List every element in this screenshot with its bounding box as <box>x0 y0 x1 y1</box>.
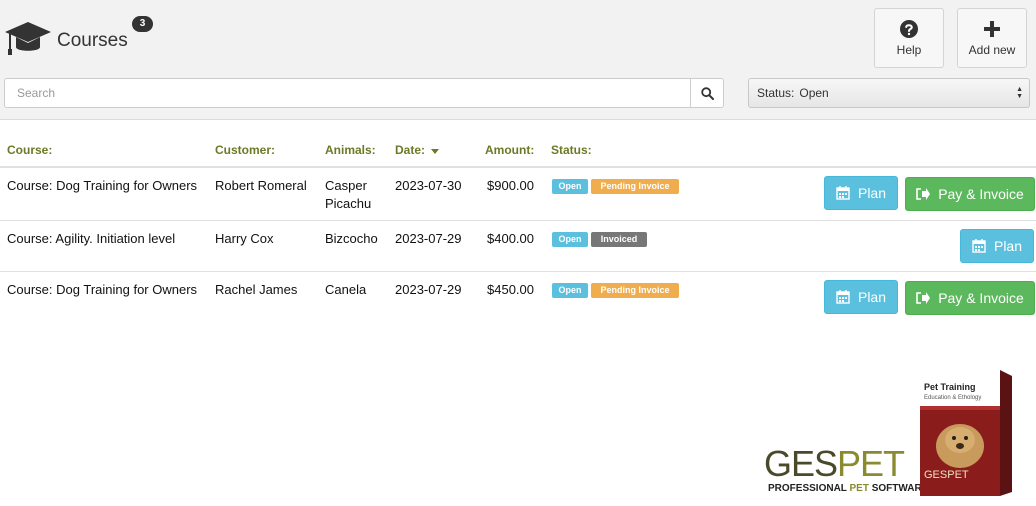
logo-wordmark: GESPET <box>764 443 905 484</box>
column-header-course[interactable]: Course: <box>7 143 52 157</box>
product-box-brand: GESPET <box>924 469 969 481</box>
course-cell: Course: Dog Training for Owners <box>7 178 198 193</box>
status-filter-value: Open <box>799 86 829 100</box>
gespet-logo: GESPET PROFESSIONAL PET SOFTWARE <box>764 443 928 495</box>
plan-button[interactable]: Plan <box>824 280 898 314</box>
product-box-image: Pet Training Education & Ethology GESPET <box>920 370 1012 496</box>
table-row: Course: Dog Training for Owners Robert R… <box>0 168 1036 221</box>
date-cell: 2023-07-30 <box>395 178 462 193</box>
animals-cell-2: Picachu <box>325 196 372 211</box>
page-title: Courses <box>57 30 128 51</box>
column-header-date-label: Date: <box>395 143 426 157</box>
status-badge-open: Open <box>552 179 588 194</box>
animals-cell: Canela <box>325 282 367 297</box>
page-header: Courses 3 Help Add new Status: Open ▲▼ <box>0 0 1036 120</box>
calendar-icon <box>836 290 850 304</box>
customer-cell: Robert Romeral <box>215 178 307 193</box>
plan-button[interactable]: Plan <box>960 229 1034 263</box>
plan-label: Plan <box>857 289 887 305</box>
status-badge-pending-invoice: Pending Invoice <box>591 179 679 194</box>
amount-cell: $450.00 <box>487 282 534 297</box>
search-button[interactable] <box>690 79 723 107</box>
date-cell: 2023-07-29 <box>395 231 462 246</box>
column-header-animals[interactable]: Animals: <box>325 143 376 157</box>
animals-cell: Casper <box>325 178 367 193</box>
add-new-label: Add new <box>968 42 1016 57</box>
column-header-amount[interactable]: Amount: <box>485 143 534 157</box>
search-icon <box>700 86 714 100</box>
column-header-date[interactable]: Date: <box>395 143 440 157</box>
amount-cell: $900.00 <box>487 178 534 193</box>
add-new-button[interactable]: Add new <box>957 8 1027 68</box>
search-bar <box>4 78 724 108</box>
help-button[interactable]: Help <box>874 8 944 68</box>
status-filter-label: Status: <box>757 86 795 100</box>
calendar-icon <box>836 186 850 200</box>
column-header-status[interactable]: Status: <box>551 143 592 157</box>
pay-invoice-button[interactable]: Pay & Invoice <box>905 177 1035 211</box>
sign-out-icon <box>916 292 931 304</box>
pay-invoice-button[interactable]: Pay & Invoice <box>905 281 1035 315</box>
pay-invoice-label: Pay & Invoice <box>938 290 1024 306</box>
column-header-customer[interactable]: Customer: <box>215 143 275 157</box>
course-count-badge: 3 <box>132 16 153 32</box>
customer-cell: Harry Cox <box>215 231 274 246</box>
status-badge-open: Open <box>552 232 588 247</box>
logo-tagline: PROFESSIONAL PET SOFTWARE <box>768 483 929 494</box>
course-cell: Course: Agility. Initiation level <box>7 231 176 246</box>
question-circle-icon <box>900 19 918 38</box>
search-input[interactable] <box>5 79 690 107</box>
date-cell: 2023-07-29 <box>395 282 462 297</box>
plan-label: Plan <box>993 238 1023 254</box>
help-label: Help <box>896 42 922 57</box>
plus-icon <box>984 20 1000 37</box>
pay-invoice-label: Pay & Invoice <box>938 186 1024 202</box>
status-badge-open: Open <box>552 283 588 298</box>
graduation-cap-icon <box>5 22 51 55</box>
product-box-title: Pet Training <box>924 382 976 392</box>
sign-out-icon <box>916 188 931 200</box>
status-filter-select[interactable]: Status: Open ▲ ▼ <box>748 78 1030 108</box>
table-row: Course: Agility. Initiation level Harry … <box>0 221 1036 272</box>
title-wrap: Courses <box>4 18 128 58</box>
amount-cell: $400.00 <box>487 231 534 246</box>
course-cell: Course: Dog Training for Owners <box>7 282 198 297</box>
calendar-icon <box>972 239 986 253</box>
sort-desc-icon <box>431 149 440 154</box>
customer-cell: Rachel James <box>215 282 298 297</box>
status-badge-pending-invoice: Pending Invoice <box>591 283 679 298</box>
select-arrows-icon: ▲ ▼ <box>1016 86 1023 100</box>
plan-label: Plan <box>857 185 887 201</box>
table-row: Course: Dog Training for Owners Rachel J… <box>0 272 1036 324</box>
status-badge-invoiced: Invoiced <box>591 232 647 247</box>
product-box-subtitle: Education & Ethology <box>924 395 981 401</box>
plan-button[interactable]: Plan <box>824 176 898 210</box>
animals-cell: Bizcocho <box>325 231 378 246</box>
